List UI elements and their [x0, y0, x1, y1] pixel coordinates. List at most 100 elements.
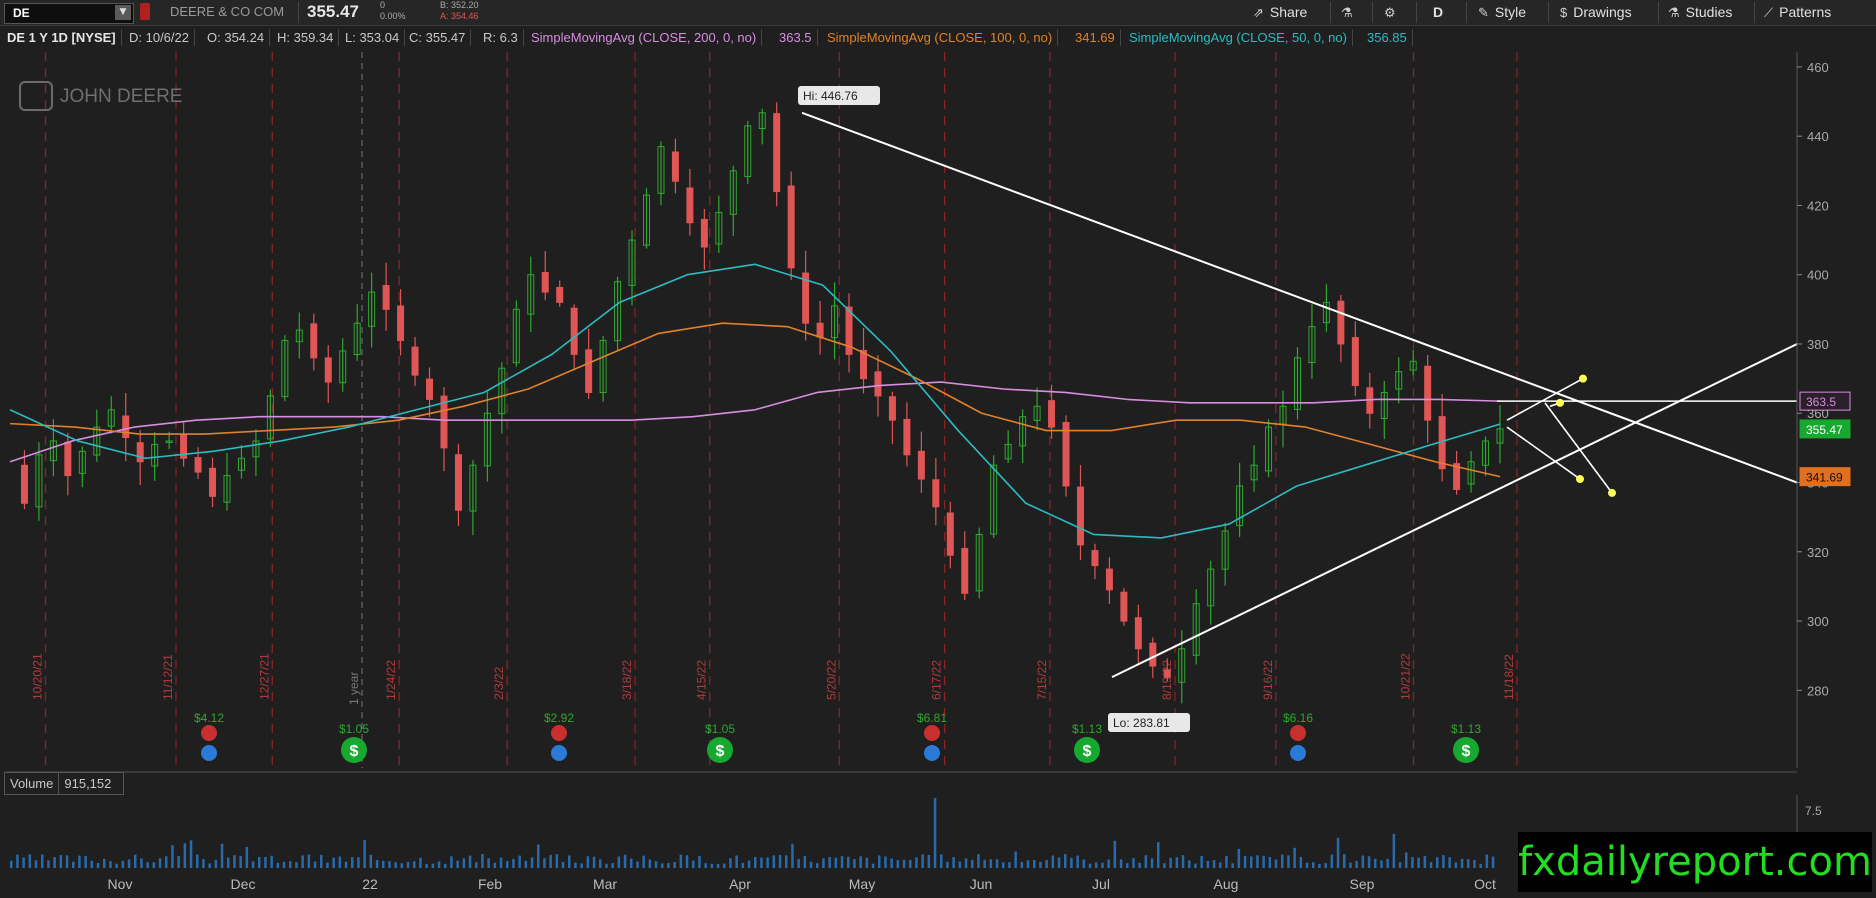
volume-bar: [450, 856, 453, 868]
volume-bar: [1014, 851, 1017, 868]
dollar-icon: $: [350, 743, 359, 760]
style-button[interactable]: ✎ Style: [1478, 3, 1526, 22]
volume-bar: [822, 858, 825, 868]
volume-bar: [735, 855, 738, 868]
volume-bar: [109, 861, 112, 868]
candle-body: [700, 218, 708, 248]
period-button[interactable]: D: [1433, 3, 1443, 22]
volume-bar: [549, 854, 552, 868]
volume-bar: [289, 861, 292, 868]
volume-bar: [506, 861, 509, 868]
volume-bar: [276, 862, 280, 868]
candle-body: [194, 457, 202, 473]
company-name: DEERE & CO COM: [170, 4, 285, 19]
symbol-dropdown-icon[interactable]: ▼: [115, 5, 131, 20]
volume-bar: [1051, 855, 1055, 868]
volume-bar: [1423, 855, 1427, 868]
volume-bar: [10, 860, 13, 868]
volume-bar: [915, 857, 918, 868]
volume-bar: [1243, 856, 1247, 868]
volume-bar: [1305, 862, 1309, 868]
candle-body: [136, 442, 144, 463]
volume-bar: [964, 858, 968, 868]
volume-bar: [654, 861, 658, 868]
volume-bar: [1231, 863, 1234, 868]
beaker-button[interactable]: ⚗: [1341, 3, 1359, 22]
earnings-amount: $6.81: [917, 711, 947, 725]
volume-bar: [245, 846, 249, 868]
volume-bar: [871, 863, 875, 868]
volume-bar: [1138, 862, 1141, 868]
volume-bar: [115, 863, 118, 868]
volume-bar: [499, 857, 503, 868]
volume-bar: [1256, 855, 1259, 868]
volume-bar: [34, 860, 38, 868]
volume-bar: [357, 857, 360, 868]
conference-icon: [201, 745, 217, 761]
share-button[interactable]: ⇗ Share: [1253, 3, 1307, 22]
event-date-label: 5/20/22: [824, 660, 838, 700]
share-label: Share: [1269, 4, 1308, 20]
lo-label-text: Lo: 283.81: [1113, 716, 1170, 730]
volume-bar: [1002, 862, 1005, 868]
volume-bar: [1312, 862, 1315, 868]
volume-bar: [165, 856, 168, 868]
sma100-label[interactable]: SimpleMovingAvg (CLOSE, 100, 0, no): [822, 29, 1059, 46]
info-open: O: 354.24: [202, 29, 271, 46]
event-date-label: 6/17/22: [930, 660, 944, 700]
event-date-label: 11/18/22: [1502, 654, 1516, 700]
volume-bar: [1262, 855, 1265, 868]
info-close: C: 355.47: [404, 29, 472, 46]
price-chart[interactable]: 10/20/21 11/12/21 12/27/21 1/24/22 2/3/22 3/1…: [0, 29, 1876, 894]
arrow-head: [1576, 475, 1584, 484]
volume-bar: [940, 854, 943, 868]
volume-bar: [1374, 858, 1377, 868]
volume-bar: [313, 861, 317, 868]
volume-bar: [189, 840, 193, 868]
volume-bar: [1169, 857, 1172, 868]
volume-bar: [803, 856, 807, 868]
alert-flag-icon[interactable]: [140, 3, 150, 20]
x-month-label: Jul: [1092, 876, 1110, 892]
candle-body: [946, 512, 954, 556]
style-icon: ✎: [1478, 5, 1489, 20]
volume-bar: [1417, 857, 1420, 868]
volume-bar: [1181, 855, 1185, 868]
patterns-button[interactable]: ⟋ Patterns: [1764, 3, 1831, 22]
studies-button[interactable]: ⚗ Studies: [1668, 3, 1732, 22]
sma50-label[interactable]: SimpleMovingAvg (CLOSE, 50, 0, no): [1124, 29, 1353, 46]
flask-icon: ⚗: [1668, 5, 1680, 20]
volume-bar: [1188, 860, 1191, 868]
volume-bar: [617, 856, 621, 868]
beaker-icon: ⚗: [1341, 5, 1353, 20]
volume-bar: [1107, 859, 1110, 868]
volume-bar: [580, 863, 583, 868]
x-month-label: Nov: [108, 876, 133, 892]
volume-bar: [468, 855, 472, 868]
volume-bar: [1113, 840, 1117, 868]
symbol-input[interactable]: DE ▼: [4, 3, 134, 24]
time-axis[interactable]: Nov Dec 22 Feb Mar Apr May Jun Jul Aug Sep Oct: [108, 876, 1496, 892]
x-month-label: May: [849, 876, 875, 892]
volume-bar: [710, 863, 714, 868]
candle-body: [1163, 669, 1171, 678]
volume-bar: [65, 855, 69, 868]
volume-bar: [1206, 860, 1210, 868]
candle-body: [1351, 337, 1359, 387]
candle-body: [20, 464, 28, 504]
volume-bar: [828, 856, 831, 868]
candle-body: [585, 349, 593, 393]
event-date-label: 12/27/21: [257, 653, 271, 700]
volume-bar: [1448, 857, 1451, 868]
chart-area[interactable]: 10/20/21 11/12/21 12/27/21 1/24/22 2/3/22 3/1…: [0, 29, 1876, 898]
volume-bar: [1355, 860, 1358, 868]
volume-bar: [1442, 855, 1445, 868]
top-toolbar: DE ▼ DEERE & CO COM 355.47 0 0.00% B: 35…: [0, 0, 1876, 26]
drawings-button[interactable]: $ Drawings: [1560, 3, 1632, 22]
volume-bar: [1324, 863, 1327, 868]
sma200-label[interactable]: SimpleMovingAvg (CLOSE, 200, 0, no): [526, 29, 763, 46]
settings-button[interactable]: ⚙: [1384, 3, 1402, 22]
last-price: 355.47: [307, 2, 359, 21]
volume-bar: [1411, 856, 1414, 868]
candle-body: [961, 547, 969, 594]
